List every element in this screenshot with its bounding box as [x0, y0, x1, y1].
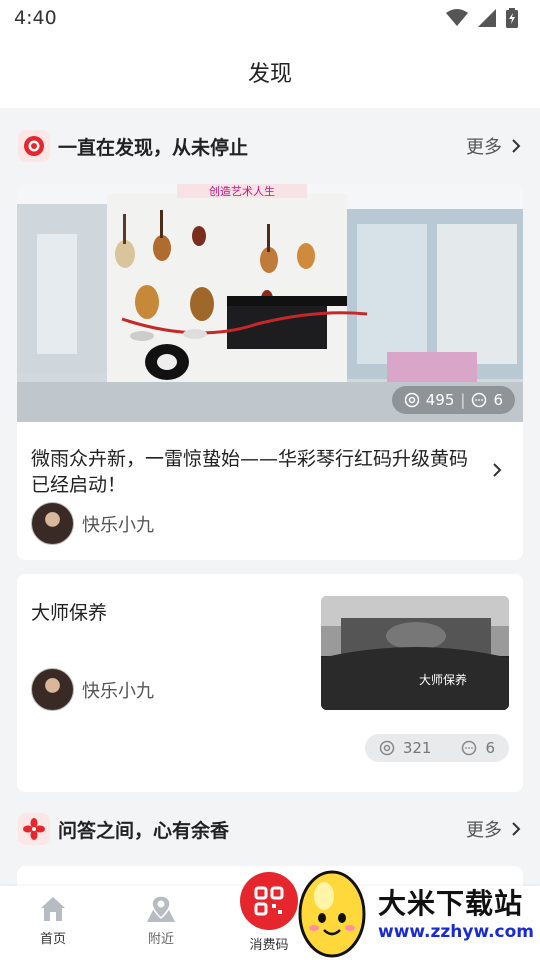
nav-item-qr-code[interactable]: 消费码 — [234, 872, 304, 953]
article-title[interactable]: 微雨众卉新，一雷惊蛰始——华彩琴行红码升级黄码已经启动！ — [31, 446, 481, 498]
avatar — [31, 502, 74, 545]
nav-label: 首页 — [39, 932, 66, 947]
signal-icon — [478, 9, 496, 27]
discover-icon — [18, 130, 50, 162]
flower-icon — [18, 813, 50, 845]
qr-code-icon — [240, 872, 298, 930]
article-thumbnail: 大师保养 — [321, 596, 509, 710]
article-stats: 495 | 6 — [391, 386, 515, 414]
battery-icon — [506, 8, 518, 28]
more-button[interactable]: 更多 — [466, 133, 522, 159]
location-icon — [147, 895, 175, 922]
section-title: 问答之间，心有余香 — [58, 819, 230, 842]
page-header: 发现 — [0, 36, 540, 108]
article-photo: 创造艺术人生 495 | 6 — [17, 184, 523, 422]
eye-icon — [404, 392, 419, 408]
article-author[interactable]: 快乐小九 — [31, 502, 154, 545]
comment-count: 6 — [485, 739, 495, 757]
avatar — [31, 668, 74, 711]
nav-label: 附近 — [147, 932, 174, 947]
home-icon — [41, 897, 65, 921]
status-icons — [446, 8, 518, 28]
more-label: 更多 — [466, 137, 502, 158]
nav-item-nearby[interactable]: 附近 — [126, 894, 196, 947]
nav-item-home[interactable]: 首页 — [18, 894, 88, 947]
rice-mascot-icon — [298, 870, 366, 958]
nav-label: 消费码 — [249, 938, 289, 953]
section-title: 一直在发现，从未停止 — [58, 136, 249, 159]
article-author[interactable]: 快乐小九 — [31, 668, 154, 711]
watermark-title: 大米下载站 — [378, 887, 524, 920]
section-header-qa: 问答之间，心有余香 更多 — [0, 805, 540, 853]
article-stats: 321 6 — [364, 734, 509, 762]
more-button[interactable]: 更多 — [466, 816, 522, 842]
view-count: 495 — [425, 391, 455, 409]
more-label: 更多 — [466, 820, 502, 841]
article-title[interactable]: 大师保养 — [31, 598, 107, 625]
stats-divider: | — [460, 391, 466, 409]
wifi-icon — [446, 9, 468, 26]
view-count: 321 — [402, 739, 432, 757]
watermark: 大米下载站 www.zzhyw.com — [296, 864, 540, 960]
author-name: 快乐小九 — [82, 514, 154, 536]
comment-count: 6 — [493, 391, 503, 409]
watermark-text: 大米下载站 www.zzhyw.com — [378, 882, 534, 942]
section-header-discover: 一直在发现，从未停止 更多 — [0, 122, 540, 170]
wall-sign: 创造艺术人生 — [209, 184, 275, 198]
chevron-right-icon[interactable] — [491, 462, 503, 478]
eye-icon — [379, 740, 395, 756]
comment-icon — [472, 392, 487, 408]
article-card-2[interactable]: 大师保养 快乐小九 大师保养 321 6 — [17, 574, 523, 792]
author-name: 快乐小九 — [82, 680, 154, 702]
page-title: 发现 — [247, 62, 292, 87]
chevron-right-icon — [512, 822, 521, 836]
thumb-text: 大师保养 — [419, 672, 467, 687]
article-card[interactable]: 创造艺术人生 495 | 6 微雨众卉新，一雷惊蛰始——华彩琴行红码升级黄码已经… — [17, 184, 523, 560]
status-bar: 4:40 — [0, 0, 540, 36]
chevron-right-icon — [512, 139, 521, 153]
comment-icon — [462, 740, 477, 756]
status-time: 4:40 — [14, 7, 57, 29]
watermark-url: www.zzhyw.com — [378, 922, 535, 942]
